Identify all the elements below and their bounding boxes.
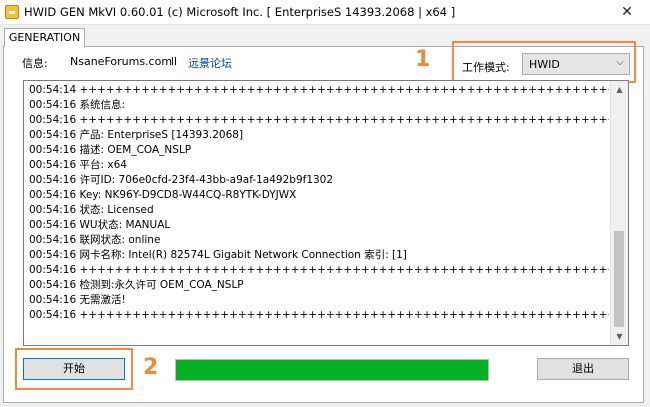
step-1-annotation: 1 xyxy=(415,47,431,72)
scroll-thumb[interactable] xyxy=(614,231,624,327)
log-line: 00:54:14 +++++++++++++++++++++++++++++++… xyxy=(29,84,609,96)
mode-select[interactable]: HWID ⌵ xyxy=(522,53,630,75)
log-line: 00:54:16 平台: x64 xyxy=(29,159,127,171)
info-separator: ll xyxy=(171,55,178,68)
log-line: 00:54:16 +++++++++++++++++++++++++++++++… xyxy=(29,264,609,276)
log-line: 00:54:16 产品: EnterpriseS [14393.2068] xyxy=(29,129,244,141)
log-textbox[interactable]: 00:54:14 +++++++++++++++++++++++++++++++… xyxy=(23,80,629,346)
log-line: 00:54:16 +++++++++++++++++++++++++++++++… xyxy=(29,309,609,321)
title-bar: HWID GEN MkVI 0.60.01 (c) Microsoft Inc.… xyxy=(0,0,650,25)
log-line: 00:54:16 WU状态: MANUAL xyxy=(29,219,171,231)
forum-link[interactable]: 远景论坛 xyxy=(188,55,232,71)
log-line: 00:54:16 +++++++++++++++++++++++++++++++… xyxy=(29,114,609,126)
log-line: 00:54:16 Key: NK96Y-D9CD8-W44CQ-R8YTK-DY… xyxy=(29,189,297,201)
exit-button[interactable]: 退出 xyxy=(537,358,629,380)
mode-value: HWID xyxy=(529,58,560,71)
mode-label: 工作模式: xyxy=(462,61,510,74)
progress-bar xyxy=(175,359,489,381)
close-button[interactable]: ✕ xyxy=(604,0,650,24)
log-scrollbar[interactable]: ▲ ▼ xyxy=(610,81,628,345)
log-line: 00:54:16 状态: Licensed xyxy=(29,204,154,216)
window-title: HWID GEN MkVI 0.60.01 (c) Microsoft Inc.… xyxy=(24,5,456,19)
log-line: 00:54:16 联网状态: online xyxy=(29,234,161,246)
tab-generation[interactable]: GENERATION xyxy=(4,28,85,47)
app-icon xyxy=(5,5,19,19)
scroll-up-icon[interactable]: ▲ xyxy=(611,81,628,98)
log-line: 00:54:16 系统信息: xyxy=(29,99,126,111)
chevron-down-icon: ⌵ xyxy=(616,57,624,68)
log-line: 00:54:16 许可ID: 706e0cfd-23f4-43bb-a9af-1… xyxy=(29,174,334,186)
log-lines: 00:54:14 +++++++++++++++++++++++++++++++… xyxy=(29,83,609,323)
info-site: NsaneForums.com xyxy=(70,55,173,68)
log-line: 00:54:16 网卡名称: Intel(R) 82574L Gigabit N… xyxy=(29,249,407,261)
info-label: 信息: xyxy=(22,57,48,70)
log-line: 00:54:16 无需激活! xyxy=(29,294,126,306)
start-button[interactable]: 开始 xyxy=(23,358,125,380)
step-2-annotation: 2 xyxy=(143,355,159,380)
log-line: 00:54:16 检测到:永久许可 OEM_COA_NSLP xyxy=(29,279,244,291)
scroll-down-icon[interactable]: ▼ xyxy=(611,328,628,345)
log-line: 00:54:16 描述: OEM_COA_NSLP xyxy=(29,144,192,156)
progress-fill xyxy=(176,360,488,380)
